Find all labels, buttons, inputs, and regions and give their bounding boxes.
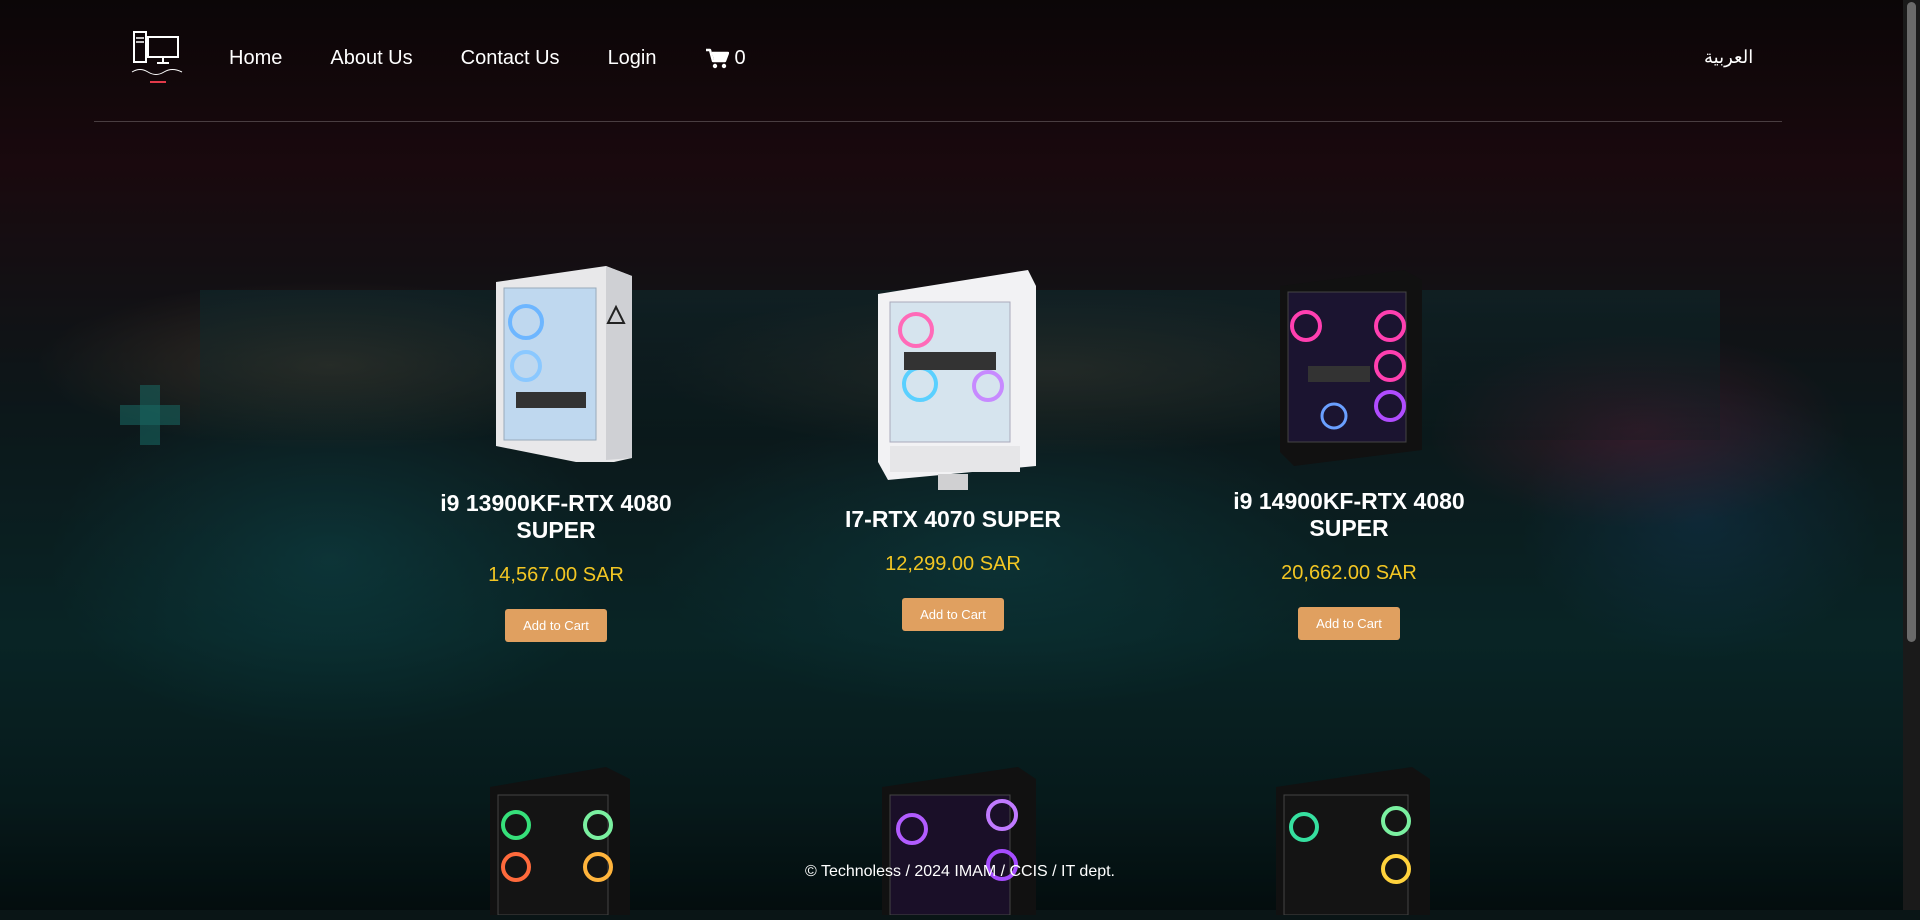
main-nav: Home About Us Contact Us Login 0 <box>229 47 746 70</box>
product-name: i9 14900KF-RTX 4080 SUPER <box>1233 488 1465 541</box>
site-logo[interactable] <box>130 30 186 88</box>
add-to-cart-button[interactable]: Add to Cart <box>505 609 607 642</box>
product-image <box>1274 266 1424 466</box>
product-card <box>1272 765 1532 916</box>
page-scrollbar[interactable] <box>1903 0 1920 910</box>
product-card: i9 14900KF-RTX 4080 SUPER 20,662.00 SAR … <box>1219 266 1479 640</box>
nav-home-link[interactable]: Home <box>229 47 282 70</box>
language-switch[interactable]: العربية <box>1704 47 1753 68</box>
product-image <box>476 262 636 466</box>
add-to-cart-button[interactable]: Add to Cart <box>902 598 1004 631</box>
product-name: I7-RTX 4070 SUPER <box>844 506 1062 532</box>
nav-login-link[interactable]: Login <box>608 47 657 70</box>
product-price: 12,299.00 SAR <box>885 553 1021 575</box>
product-price: 14,567.00 SAR <box>488 564 624 586</box>
nav-contact-link[interactable]: Contact Us <box>461 47 560 70</box>
product-card <box>878 765 1138 916</box>
product-card: I7-RTX 4070 SUPER 12,299.00 SAR Add to C… <box>823 266 1083 631</box>
scrollbar-thumb[interactable] <box>1907 2 1916 642</box>
product-card: i9 13900KF-RTX 4080 SUPER 14,567.00 SAR … <box>426 262 686 642</box>
nav-about-link[interactable]: About Us <box>330 47 412 70</box>
product-price: 20,662.00 SAR <box>1281 562 1417 584</box>
add-to-cart-button[interactable]: Add to Cart <box>1298 607 1400 640</box>
cart-link[interactable]: 0 <box>705 47 746 70</box>
product-image <box>1272 765 1432 916</box>
product-image <box>878 765 1038 916</box>
product-name: i9 13900KF-RTX 4080 SUPER <box>440 490 672 543</box>
product-image <box>486 765 636 916</box>
site-header: Home About Us Contact Us Login 0 العربية <box>94 0 1782 122</box>
computer-icon <box>131 31 183 83</box>
site-footer: © Technoless / 2024 IMAM / CCIS / IT dep… <box>805 863 1115 880</box>
cart-count: 0 <box>734 47 746 69</box>
cart-icon <box>705 48 729 68</box>
product-card <box>486 765 746 916</box>
product-image <box>868 266 1038 496</box>
